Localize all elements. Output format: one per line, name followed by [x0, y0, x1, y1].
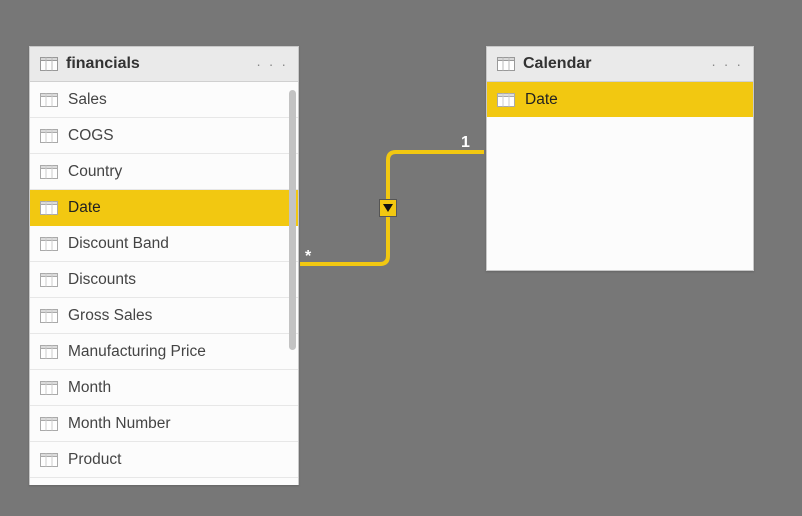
column-icon [40, 345, 58, 359]
column-icon [40, 273, 58, 287]
table-title: Calendar [523, 55, 591, 73]
field-label: Discounts [68, 271, 136, 289]
field-label: Product [68, 451, 121, 469]
field-label: Date [68, 199, 101, 217]
column-icon [497, 93, 515, 107]
field-row[interactable]: Product [30, 442, 298, 478]
field-label: Month Number [68, 415, 171, 433]
field-label: Sales [68, 91, 107, 109]
field-row[interactable]: Month [30, 370, 298, 406]
column-icon [40, 309, 58, 323]
column-icon [40, 453, 58, 467]
field-row[interactable]: COGS [30, 118, 298, 154]
field-row[interactable]: Discounts [30, 262, 298, 298]
column-icon [40, 201, 58, 215]
table-card-calendar[interactable]: Calendar · · · Date [486, 46, 754, 271]
more-options-icon[interactable]: · · · [256, 57, 288, 71]
column-icon [40, 237, 58, 251]
field-row[interactable]: Month Number [30, 406, 298, 442]
field-label: Gross Sales [68, 307, 152, 325]
field-label: Country [68, 163, 122, 181]
scrollbar[interactable] [289, 90, 296, 350]
fields-list-calendar: Date [487, 82, 753, 271]
field-row[interactable]: Date [30, 190, 298, 226]
table-card-financials[interactable]: financials · · · Sales COGS Country Date Dis… [29, 46, 299, 485]
column-icon [40, 381, 58, 395]
more-options-icon[interactable]: · · · [711, 57, 743, 71]
table-header-financials[interactable]: financials · · · [30, 47, 298, 82]
table-icon [497, 57, 515, 71]
column-icon [40, 417, 58, 431]
column-icon [40, 129, 58, 143]
table-title: financials [66, 55, 140, 73]
table-icon [40, 57, 58, 71]
field-row[interactable]: Discount Band [30, 226, 298, 262]
column-icon [40, 165, 58, 179]
field-row[interactable]: Date [487, 82, 753, 117]
table-header-calendar[interactable]: Calendar · · · [487, 47, 753, 82]
filter-direction-indicator [379, 199, 397, 217]
field-row[interactable]: Country [30, 154, 298, 190]
field-row[interactable]: Manufacturing Price [30, 334, 298, 370]
field-label: Month [68, 379, 111, 397]
cardinality-one-label: 1 [461, 134, 470, 152]
field-row[interactable]: Gross Sales [30, 298, 298, 334]
field-label: COGS [68, 127, 114, 145]
field-row[interactable]: Sales [30, 82, 298, 118]
field-label: Date [525, 91, 558, 109]
field-label: Discount Band [68, 235, 169, 253]
cardinality-many-label: * [305, 248, 311, 266]
fields-list-financials: Sales COGS Country Date Discount Band Discoun… [30, 82, 298, 485]
column-icon [40, 93, 58, 107]
field-row[interactable]: Profit [30, 478, 298, 485]
field-label: Manufacturing Price [68, 343, 206, 361]
